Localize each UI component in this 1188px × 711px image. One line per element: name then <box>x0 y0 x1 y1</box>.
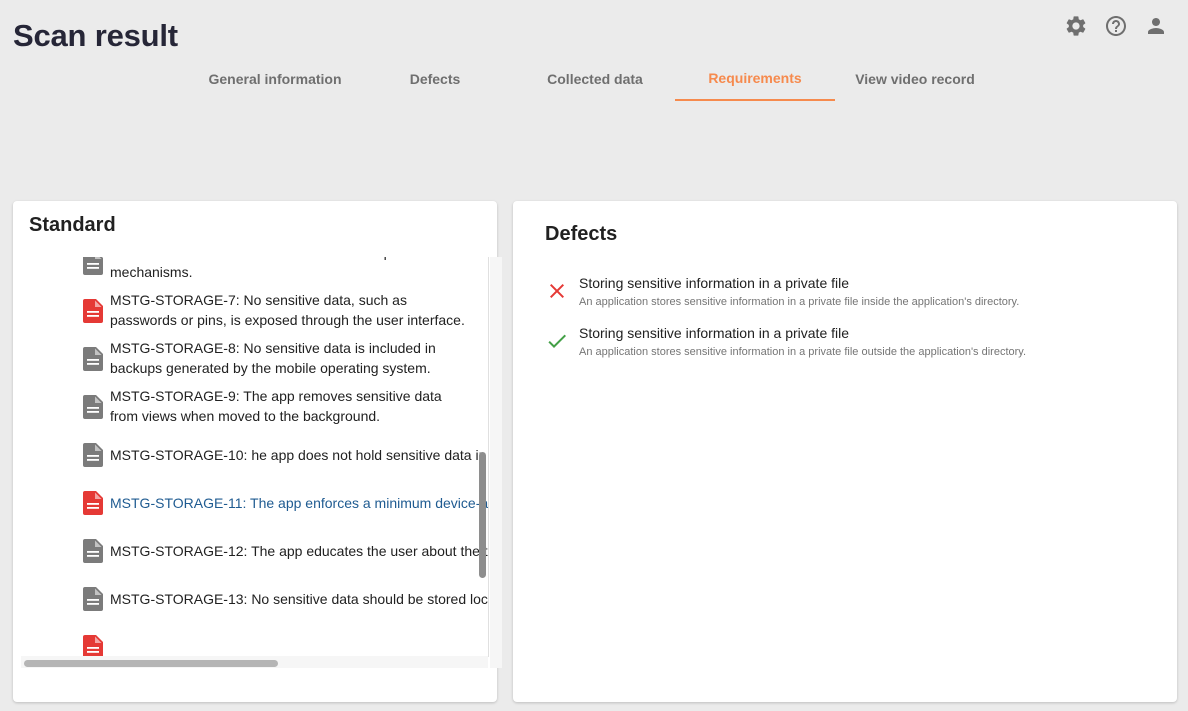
tab-collected-data[interactable]: Collected data <box>515 56 675 101</box>
list-item[interactable]: MSTG-STORAGE-9: The app removes sensitiv… <box>21 383 488 431</box>
horizontal-scrollbar-thumb[interactable] <box>24 660 278 667</box>
list-item[interactable]: MSTG-STORAGE-6: No sensitive data is exp… <box>21 257 488 287</box>
check-icon <box>548 334 566 348</box>
list-item[interactable]: MSTG-STORAGE-11: The app enforces a mini… <box>21 479 489 527</box>
document-failed-icon <box>83 491 103 515</box>
document-icon <box>83 395 103 419</box>
defects-title: Defects <box>545 223 618 245</box>
defect-title: Storing sensitive information in a priva… <box>579 275 850 291</box>
list-item[interactable]: MSTG-STORAGE-7: No sensitive data, such … <box>21 287 488 335</box>
requirements-list-viewport[interactable]: MSTG-STORAGE-6: No sensitive data is exp… <box>21 257 489 657</box>
list-item[interactable]: MSTG-STORAGE-10: he app does not hold se… <box>21 431 488 479</box>
tab-requirements[interactable]: Requirements <box>675 56 835 101</box>
document-icon <box>83 347 103 371</box>
requirements-list: MSTG-STORAGE-6: No sensitive data is exp… <box>21 257 489 656</box>
tab-bar: General information Defects Collected da… <box>195 56 995 101</box>
vertical-scrollbar-thumb[interactable] <box>479 452 486 578</box>
list-item[interactable]: MSTG-STORAGE-12: The app educates the us… <box>21 527 488 575</box>
defects-panel: Defects Storing sensitive information in… <box>513 201 1177 702</box>
document-icon <box>83 539 103 563</box>
requirement-text: MSTG-STORAGE-10: he app does not hold se… <box>110 447 487 463</box>
requirement-text: MSTG-STORAGE-9: The app removes sensitiv… <box>110 388 442 424</box>
defect-description: An application stores sensitive informat… <box>579 346 1027 358</box>
document-failed-icon <box>83 299 103 323</box>
list-item[interactable] <box>21 623 488 656</box>
requirement-text: MSTG-STORAGE-12: The app educates the us… <box>110 543 488 559</box>
tab-general-information[interactable]: General information <box>195 56 355 101</box>
gear-icon[interactable] <box>1064 14 1088 38</box>
requirement-text: MSTG-STORAGE-7: No sensitive data, such … <box>110 292 465 328</box>
document-failed-icon <box>83 635 103 656</box>
help-icon[interactable] <box>1104 14 1128 38</box>
tab-defects[interactable]: Defects <box>355 56 515 101</box>
standard-title: Standard <box>29 214 116 236</box>
requirement-text: MSTG-STORAGE-8: No sensitive data is inc… <box>110 340 436 376</box>
defect-description: An application stores sensitive informat… <box>579 296 1020 308</box>
requirement-text: MSTG-STORAGE-13: No sensitive data shoul… <box>110 591 488 607</box>
defect-title: Storing sensitive information in a priva… <box>579 325 850 341</box>
standard-panel: Standard MSTG-STORAGE-6: No sensitive da… <box>13 201 502 702</box>
document-icon <box>83 443 103 467</box>
tab-view-video-record[interactable]: View video record <box>835 56 995 101</box>
requirement-text: MSTG-STORAGE-11: The app enforces a mini… <box>110 495 489 511</box>
document-icon <box>83 257 103 275</box>
vertical-scrollbar-track[interactable] <box>490 257 502 668</box>
document-icon <box>83 587 103 611</box>
list-item[interactable]: MSTG-STORAGE-13: No sensitive data shoul… <box>21 575 488 623</box>
requirement-text: MSTG-STORAGE-6: No sensitive data is exp… <box>110 257 471 280</box>
account-icon[interactable] <box>1144 14 1168 38</box>
list-item[interactable]: MSTG-STORAGE-8: No sensitive data is inc… <box>21 335 488 383</box>
top-toolbar <box>1064 14 1168 38</box>
close-icon <box>550 284 564 298</box>
page-title: Scan result <box>13 18 178 53</box>
